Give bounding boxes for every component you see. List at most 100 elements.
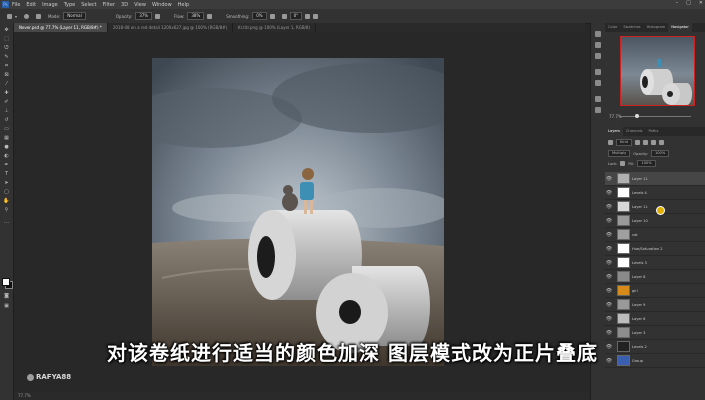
- frame-tool-icon[interactable]: ⊠: [3, 72, 10, 78]
- eyedropper-tool-icon[interactable]: ⁄: [3, 81, 10, 87]
- visibility-eye-icon[interactable]: 👁: [605, 330, 613, 336]
- menu-window[interactable]: Window: [152, 2, 172, 8]
- visibility-eye-icon[interactable]: 👁: [605, 232, 613, 238]
- zoom-tool-icon[interactable]: ⚲: [3, 207, 10, 213]
- blend-mode-select[interactable]: Multiply: [608, 150, 631, 157]
- tab-histogram[interactable]: Histogram: [644, 23, 669, 32]
- pressure-opacity-icon[interactable]: [155, 13, 161, 19]
- smoothing-field[interactable]: 0%: [252, 12, 267, 20]
- document-canvas[interactable]: [152, 58, 444, 366]
- marquee-tool-icon[interactable]: ⬚: [3, 36, 10, 42]
- angle-field[interactable]: 0°: [289, 12, 303, 20]
- layer-opacity-field[interactable]: 100%: [650, 150, 670, 157]
- history-brush-tool-icon[interactable]: ↺: [3, 117, 10, 123]
- healing-brush-tool-icon[interactable]: ✚: [3, 90, 10, 96]
- filter-shape-icon[interactable]: [658, 140, 664, 145]
- tab-red-detail-jpg[interactable]: 2018-08 on a red detail 1200x627.jpg @ 1…: [108, 23, 234, 32]
- clone-stamp-tool-icon[interactable]: ⊥: [3, 108, 10, 114]
- visibility-eye-icon[interactable]: 👁: [605, 274, 613, 280]
- close-icon[interactable]: ✕: [699, 0, 703, 6]
- filter-adjustment-icon[interactable]: [642, 140, 648, 145]
- properties-icon[interactable]: [595, 42, 601, 48]
- fill-field[interactable]: 100%: [637, 160, 656, 167]
- layer-row[interactable]: 👁 Layer 6: [605, 312, 705, 326]
- gear-icon[interactable]: [269, 13, 275, 19]
- quick-mask-icon[interactable]: ◙: [3, 293, 10, 299]
- layer-row[interactable]: 👁 Layer 9: [605, 298, 705, 312]
- minimize-icon[interactable]: –: [676, 0, 679, 6]
- blur-tool-icon[interactable]: ●: [3, 144, 10, 150]
- tab-channels[interactable]: Channels: [623, 127, 646, 136]
- menu-help[interactable]: Help: [178, 2, 189, 8]
- path-select-tool-icon[interactable]: ➤: [3, 180, 10, 186]
- mode-select[interactable]: Normal: [63, 12, 86, 20]
- tab-krtitr-png[interactable]: Kr.titr.png @ 100% (Layer 1, RGB/8): [233, 23, 317, 32]
- libraries-icon[interactable]: [595, 107, 601, 113]
- visibility-eye-icon[interactable]: 👁: [605, 316, 613, 322]
- menu-select[interactable]: Select: [81, 2, 96, 8]
- gradient-tool-icon[interactable]: ▦: [3, 135, 10, 141]
- lasso-tool-icon[interactable]: ᘎ: [3, 45, 10, 51]
- tab-swatches[interactable]: Swatches: [620, 23, 643, 32]
- chevron-down-icon[interactable]: ▾: [15, 14, 17, 19]
- filter-type-icon[interactable]: [650, 140, 656, 145]
- adjustments-icon[interactable]: [595, 53, 601, 59]
- visibility-eye-icon[interactable]: 👁: [605, 246, 613, 252]
- paragraph-icon[interactable]: [595, 69, 601, 75]
- layer-row[interactable]: 👁 Layer 10: [605, 214, 705, 228]
- navigator-zoom-handle[interactable]: [635, 114, 639, 118]
- visibility-eye-icon[interactable]: 👁: [605, 218, 613, 224]
- tab-never-psd[interactable]: Never.psd @ 77.7% (Layer 11, RGB/8#) *: [14, 23, 108, 32]
- visibility-eye-icon[interactable]: 👁: [605, 288, 613, 294]
- layer-row[interactable]: 👁 Layer 11: [605, 172, 705, 186]
- lock-icon[interactable]: [620, 161, 626, 166]
- tab-paths[interactable]: Paths: [646, 127, 662, 136]
- move-tool-icon[interactable]: ✥: [3, 27, 10, 33]
- layer-row[interactable]: 👁 Layer 11: [605, 200, 705, 214]
- pressure-size-icon[interactable]: [305, 13, 311, 19]
- flow-field[interactable]: 38%: [187, 12, 205, 20]
- navigator-zoom-slider[interactable]: [619, 116, 691, 117]
- pen-tool-icon[interactable]: ✒: [3, 162, 10, 168]
- brush-tool-icon[interactable]: ✐: [3, 99, 10, 105]
- menu-type[interactable]: Type: [64, 2, 75, 8]
- dodge-tool-icon[interactable]: ◐: [3, 153, 10, 159]
- brushes-icon[interactable]: [595, 96, 601, 102]
- brush-settings-icon[interactable]: [36, 13, 42, 19]
- tab-color[interactable]: Color: [605, 23, 620, 32]
- shape-tool-icon[interactable]: ▢: [3, 189, 10, 195]
- character-icon[interactable]: [595, 80, 601, 86]
- layer-row[interactable]: 👁 Layer 8: [605, 270, 705, 284]
- menu-filter[interactable]: Filter: [103, 2, 115, 8]
- airbrush-icon[interactable]: [207, 13, 213, 19]
- visibility-eye-icon[interactable]: 👁: [605, 176, 613, 182]
- menu-file[interactable]: File: [12, 2, 20, 8]
- eraser-tool-icon[interactable]: ▭: [3, 126, 10, 132]
- history-icon[interactable]: [595, 31, 601, 37]
- menu-view[interactable]: View: [134, 2, 146, 8]
- type-tool-icon[interactable]: T: [3, 171, 10, 177]
- filter-pixel-icon[interactable]: [634, 140, 640, 145]
- maximize-icon[interactable]: □: [686, 0, 691, 6]
- crop-tool-icon[interactable]: ⌗: [3, 63, 10, 69]
- tab-layers[interactable]: Layers: [605, 127, 623, 136]
- screen-mode-icon[interactable]: ▣: [3, 303, 10, 309]
- visibility-eye-icon[interactable]: 👁: [605, 204, 613, 210]
- menu-3d[interactable]: 3D: [121, 2, 128, 8]
- visibility-eye-icon[interactable]: 👁: [605, 302, 613, 308]
- layer-kind-select[interactable]: Kind: [616, 139, 632, 146]
- layer-row[interactable]: 👁 Hue/Saturation 2: [605, 242, 705, 256]
- visibility-eye-icon[interactable]: 👁: [605, 190, 613, 196]
- layer-row[interactable]: 👁 Levels 3: [605, 256, 705, 270]
- layer-row[interactable]: 👁 cat: [605, 228, 705, 242]
- zoom-level[interactable]: 77.7%: [18, 393, 31, 398]
- more-tools-icon[interactable]: …: [3, 219, 10, 225]
- opacity-field[interactable]: 37%: [135, 12, 153, 20]
- menu-image[interactable]: Image: [42, 2, 58, 8]
- layer-row[interactable]: 👁 Levels 4: [605, 186, 705, 200]
- tab-navigator[interactable]: Navigator: [668, 23, 692, 32]
- foreground-color-swatch[interactable]: [2, 278, 10, 286]
- symmetry-icon[interactable]: [313, 13, 319, 19]
- brush-preset-icon[interactable]: [24, 13, 30, 19]
- layer-row[interactable]: 👁 girl: [605, 284, 705, 298]
